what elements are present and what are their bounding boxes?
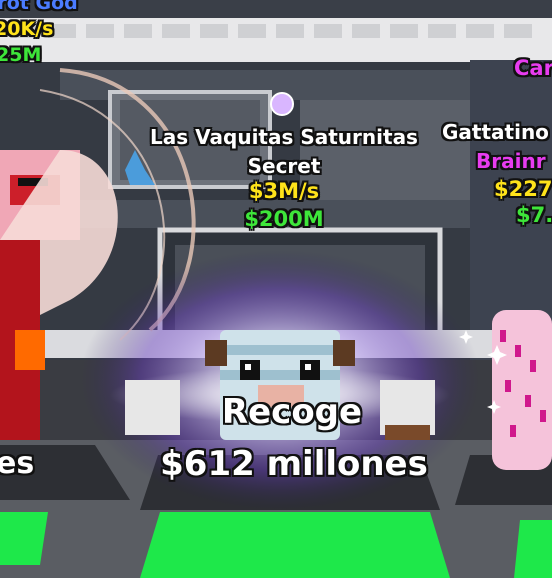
- label-topleft-rate: 20K/s: [0, 18, 54, 40]
- label-center-rate: $3M/s: [248, 179, 320, 203]
- label-right-rate: $227: [494, 177, 552, 201]
- scene-background: [0, 0, 552, 578]
- game-viewport: rrot God 20K/s 25M Las Vaquitas Saturnit…: [0, 0, 552, 578]
- left-partial-amount: es: [0, 446, 35, 481]
- collect-amount: $612 millones: [160, 444, 428, 484]
- label-topleft-cost: 25M: [0, 44, 42, 66]
- label-right-name: Gattatino: [442, 120, 549, 144]
- label-center-cost: $200M: [244, 207, 324, 231]
- label-right-rarity: Brainr: [476, 149, 546, 173]
- label-center-rarity: Secret: [247, 154, 321, 178]
- label-right-top: Car: [514, 56, 552, 80]
- label-right-cost: $7.: [516, 203, 552, 227]
- label-center-name: Las Vaquitas Saturnitas: [150, 125, 418, 149]
- label-topleft-name: rrot God: [0, 0, 78, 14]
- collect-prompt[interactable]: Recoge: [222, 392, 362, 432]
